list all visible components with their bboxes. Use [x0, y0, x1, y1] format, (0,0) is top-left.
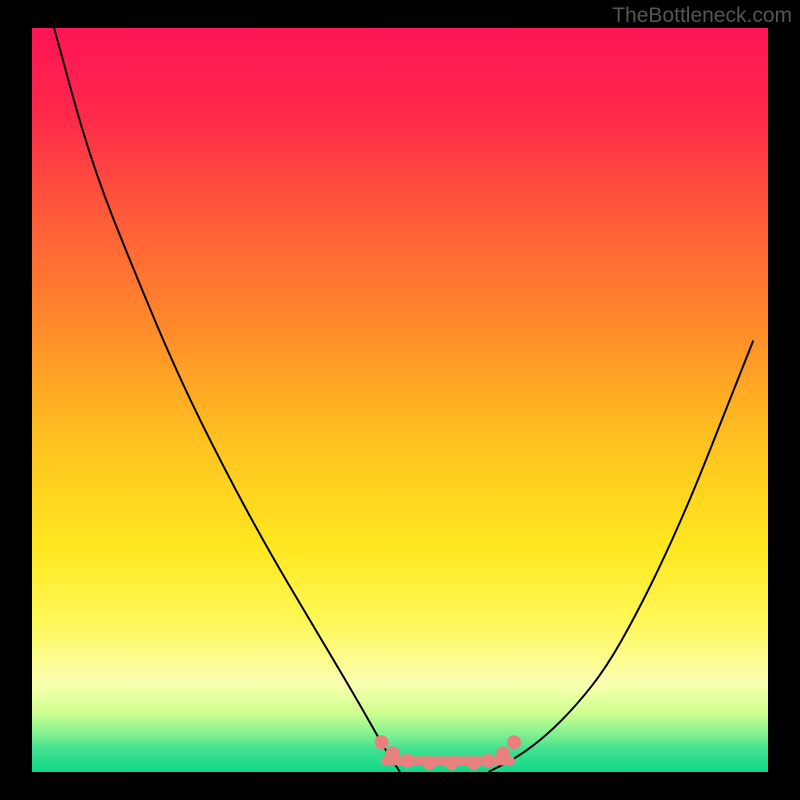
bottleneck-chart [0, 0, 800, 800]
marker-point [386, 746, 400, 760]
watermark-text: TheBottleneck.com [612, 4, 792, 28]
marker-point [445, 756, 459, 770]
marker-point [481, 754, 495, 768]
marker-point [467, 756, 481, 770]
marker-point [422, 756, 436, 770]
marker-point [496, 746, 510, 760]
marker-point [375, 735, 389, 749]
marker-point [507, 735, 521, 749]
marker-point [400, 754, 414, 768]
chart-container: TheBottleneck.com [0, 0, 800, 800]
gradient-background [32, 28, 768, 772]
